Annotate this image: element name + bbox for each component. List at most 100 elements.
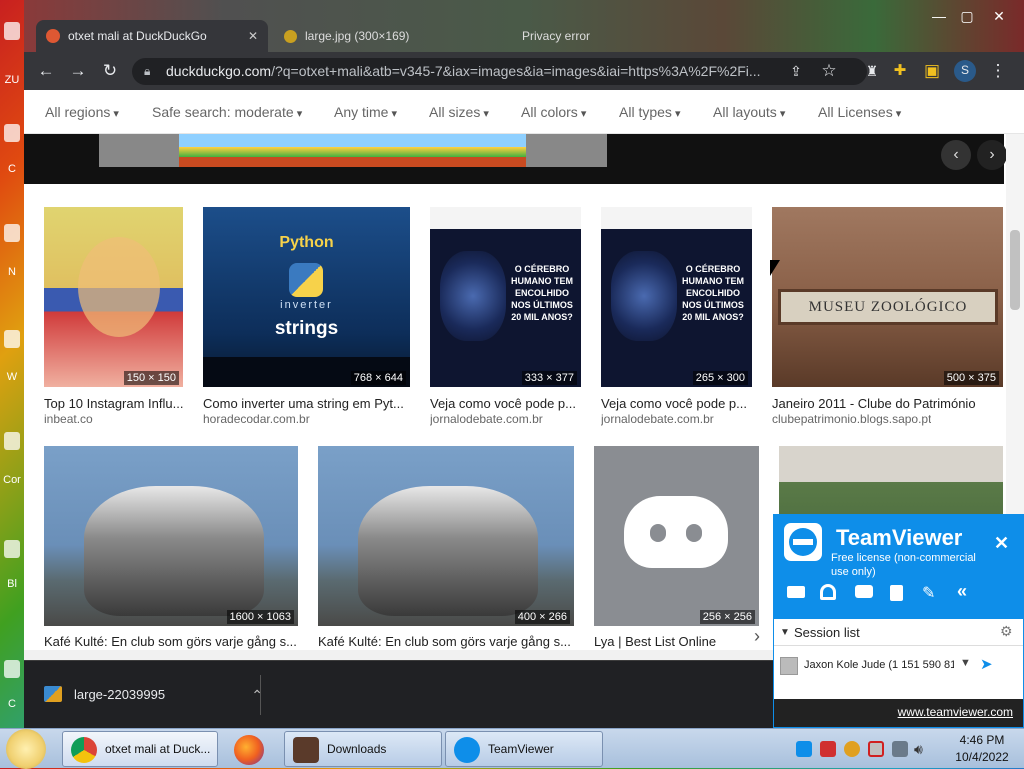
image-title[interactable]: Kafé Kulté: En club som görs varje gång … bbox=[318, 634, 574, 649]
desktop-icon[interactable] bbox=[4, 330, 20, 348]
image-title[interactable]: Lya | Best List Online bbox=[594, 634, 759, 649]
extension-icon[interactable]: ♜ bbox=[862, 61, 882, 81]
thumbnail-strings: strings bbox=[274, 318, 339, 339]
image-result[interactable]: O CÉREBRO HUMANO TEM ENCOLHIDO NOS ÚLTIM… bbox=[430, 207, 581, 427]
image-source[interactable]: inbeat.co bbox=[44, 412, 93, 426]
chat-icon[interactable] bbox=[855, 585, 873, 598]
image-result[interactable]: 1600 × 1063 Kafé Kulté: En club som görs… bbox=[44, 446, 298, 649]
desktop-icon[interactable] bbox=[4, 124, 20, 142]
network-icon[interactable] bbox=[892, 741, 908, 757]
image-result[interactable]: 150 × 150 Top 10 Instagram Influ... inbe… bbox=[44, 207, 183, 427]
teamviewer-tray-icon[interactable] bbox=[796, 741, 812, 757]
image-title[interactable]: Janeiro 2011 - Clube do Património bbox=[772, 396, 1003, 411]
filter-size[interactable]: All sizes bbox=[429, 104, 489, 120]
desktop-icon[interactable] bbox=[4, 432, 20, 450]
collapse-icon[interactable]: « bbox=[957, 581, 967, 602]
share-icon[interactable]: ⇪ bbox=[786, 61, 806, 81]
chevron-up-icon[interactable]: ⌃ bbox=[251, 673, 263, 717]
profile-avatar[interactable]: S bbox=[954, 60, 976, 82]
image-title[interactable]: Top 10 Instagram Influ... bbox=[44, 396, 183, 411]
session-row[interactable]: Jaxon Kole Jude (1 151 590 81 ▼ ➤ bbox=[780, 655, 1018, 677]
image-dimensions: 400 × 266 bbox=[514, 610, 570, 624]
horizontal-scrollbar[interactable] bbox=[24, 650, 774, 660]
duckduckgo-icon bbox=[46, 29, 60, 43]
image-source[interactable]: jornalodebate.com.br bbox=[601, 412, 714, 426]
filter-time[interactable]: Any time bbox=[334, 104, 397, 120]
teamviewer-link[interactable]: www.teamviewer.com bbox=[898, 705, 1013, 719]
bookmark-star-icon[interactable]: ☆ bbox=[819, 61, 839, 81]
desktop-icon[interactable] bbox=[4, 224, 20, 242]
image-title[interactable]: Kafé Kulté: En club som görs varje gång … bbox=[44, 634, 298, 649]
image-source[interactable]: horadecodar.com.br bbox=[203, 412, 310, 426]
headset-icon[interactable] bbox=[820, 584, 836, 600]
close-window-icon[interactable]: ✕ bbox=[984, 8, 1014, 28]
chevron-right-icon[interactable]: › bbox=[977, 140, 1007, 170]
image-result[interactable]: 256 × 256 Lya | Best List Online bbox=[594, 446, 759, 649]
desktop-icon[interactable] bbox=[4, 22, 20, 40]
image-source[interactable]: jornalodebate.com.br bbox=[430, 412, 543, 426]
desktop-label: W bbox=[6, 371, 18, 383]
game-thumbnail bbox=[179, 134, 526, 167]
search-tray-icon[interactable] bbox=[844, 741, 860, 757]
network-warning-icon[interactable] bbox=[868, 741, 884, 757]
forward-arrow-icon[interactable]: → bbox=[68, 61, 88, 81]
tab-image[interactable]: large.jpg (300×169) bbox=[274, 20, 504, 52]
volume-icon[interactable]: 🔊︎ bbox=[914, 741, 930, 757]
reload-icon[interactable]: ↻ bbox=[100, 61, 120, 81]
connect-cursor-icon[interactable]: ➤ bbox=[980, 655, 993, 673]
thumbnail-headline: O CÉREBRO HUMANO TEM ENCOLHIDO NOS ÚLTIM… bbox=[682, 264, 744, 322]
clock-time[interactable]: 4:46 PM bbox=[952, 733, 1012, 747]
files-icon[interactable] bbox=[890, 585, 903, 601]
chevron-right-icon[interactable]: › bbox=[754, 626, 770, 650]
carousel-preview[interactable] bbox=[99, 134, 607, 167]
tab-privacy-error[interactable]: Privacy error bbox=[510, 20, 670, 52]
image-title[interactable]: Veja como você pode p... bbox=[601, 396, 752, 411]
menu-dots-icon[interactable]: ⋮ bbox=[988, 61, 1008, 81]
back-arrow-icon[interactable]: ← bbox=[36, 61, 56, 81]
image-result[interactable]: 400 × 266 Kafé Kulté: En club som görs v… bbox=[318, 446, 574, 649]
taskbar-chrome[interactable]: otxet mali at Duck... bbox=[62, 731, 218, 767]
tab-duckduckgo[interactable]: otxet mali at DuckDuckGo ✕ bbox=[36, 20, 268, 52]
maximize-icon[interactable]: ▢ bbox=[952, 8, 982, 28]
firefox-icon[interactable] bbox=[234, 735, 264, 765]
filter-safe-search[interactable]: Safe search: moderate bbox=[152, 104, 302, 120]
image-result[interactable]: O CÉREBRO HUMANO TEM ENCOLHIDO NOS ÚLTIM… bbox=[601, 207, 752, 427]
close-icon[interactable]: ✕ bbox=[994, 533, 1009, 554]
video-icon[interactable] bbox=[787, 586, 805, 598]
settings-gear-icon[interactable]: ⚙ bbox=[1000, 623, 1013, 640]
desktop-icon[interactable] bbox=[4, 540, 20, 558]
image-thumbnail: O CÉREBRO HUMANO TEM ENCOLHIDO NOS ÚLTIM… bbox=[430, 207, 581, 387]
image-result[interactable]: Python inverter strings 768 × 644 Como i… bbox=[203, 207, 410, 427]
clock-date[interactable]: 10/4/2022 bbox=[952, 750, 1012, 764]
chevron-down-icon[interactable]: ▼ bbox=[780, 627, 790, 638]
sidebar-icon[interactable]: ▣ bbox=[922, 61, 942, 81]
tools-icon[interactable]: ✎ bbox=[922, 583, 935, 603]
taskbar-teamviewer[interactable]: TeamViewer bbox=[445, 731, 603, 767]
chevron-left-icon[interactable]: ‹ bbox=[941, 140, 971, 170]
desktop-label: N bbox=[8, 266, 16, 278]
filter-layout[interactable]: All layouts bbox=[713, 104, 785, 120]
close-tab-icon[interactable]: ✕ bbox=[248, 29, 258, 43]
chevron-down-icon[interactable]: ▼ bbox=[960, 657, 971, 669]
taskbar-downloads[interactable]: Downloads bbox=[284, 731, 442, 767]
start-button[interactable] bbox=[6, 729, 46, 769]
filter-type[interactable]: All types bbox=[619, 104, 681, 120]
minimize-icon[interactable]: — bbox=[924, 8, 954, 28]
image-source[interactable]: clubepatrimonio.blogs.sapo.pt bbox=[772, 412, 931, 426]
session-name: Jaxon Kole Jude (1 151 590 81 bbox=[804, 659, 954, 671]
filter-license[interactable]: All Licenses bbox=[818, 104, 901, 120]
download-item[interactable]: large-22039995 ⌃ bbox=[34, 673, 263, 717]
address-bar[interactable]: 🔒︎ duckduckgo.com/?q=otxet+mali&atb=v345… bbox=[132, 58, 867, 85]
image-result[interactable]: MUSEU ZOOLÓGICO 500 × 375 Janeiro 2011 -… bbox=[772, 207, 1003, 427]
image-title[interactable]: Como inverter uma string em Pyt... bbox=[203, 396, 410, 411]
image-title[interactable]: Veja como você pode p... bbox=[430, 396, 581, 411]
scrollbar-thumb[interactable] bbox=[1010, 230, 1020, 310]
desktop-icon[interactable] bbox=[4, 660, 20, 678]
logo-arrow bbox=[793, 539, 813, 545]
image-thumbnail: MUSEU ZOOLÓGICO 500 × 375 bbox=[772, 207, 1003, 387]
puzzle-icon[interactable]: ✚ bbox=[890, 61, 910, 81]
filter-region[interactable]: All regions bbox=[45, 104, 119, 120]
image-thumbnail: 1600 × 1063 bbox=[44, 446, 298, 626]
filter-color[interactable]: All colors bbox=[521, 104, 586, 120]
tray-app-icon[interactable] bbox=[820, 741, 836, 757]
